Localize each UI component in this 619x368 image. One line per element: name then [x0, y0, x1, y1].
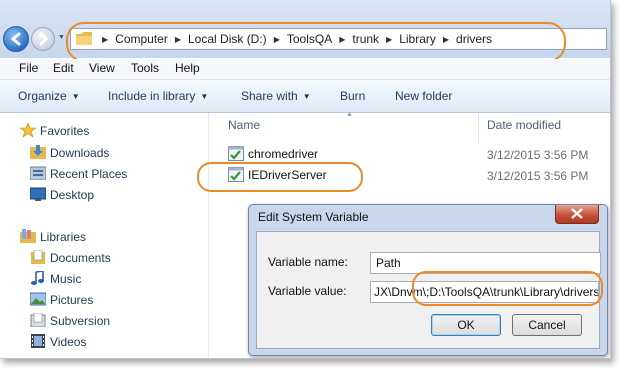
forward-button[interactable]: [31, 27, 55, 51]
recent-pages-dropdown[interactable]: ▼: [58, 34, 65, 41]
column-header-date-modified[interactable]: Date modified: [487, 118, 561, 132]
nav-item-recent-places[interactable]: Recent Places: [30, 165, 127, 183]
nav-item-label: Videos: [50, 335, 87, 349]
burn-label: Burn: [340, 89, 366, 103]
nav-item-documents[interactable]: Documents: [30, 249, 111, 267]
cancel-button[interactable]: Cancel: [512, 314, 582, 336]
share-with-button[interactable]: Share with ▼: [241, 89, 311, 103]
nav-item-label: Desktop: [50, 188, 95, 202]
column-header-name[interactable]: Name: [228, 118, 260, 132]
menu-help[interactable]: Help: [175, 61, 200, 75]
file-row-chromedriver[interactable]: chromedriver: [228, 145, 318, 163]
libraries-icon: [20, 229, 36, 243]
menu-tools[interactable]: Tools: [131, 61, 159, 75]
file-name: chromedriver: [248, 147, 319, 161]
nav-item-pictures[interactable]: Pictures: [30, 291, 93, 309]
nav-item-label: Recent Places: [50, 167, 128, 181]
file-highlight: [197, 162, 363, 192]
organize-label: Organize: [18, 89, 67, 103]
nav-libraries[interactable]: Libraries: [20, 228, 86, 246]
videos-icon: [31, 334, 45, 348]
nav-item-videos[interactable]: Videos: [30, 333, 86, 351]
variable-name-label: Variable name:: [268, 255, 348, 269]
executable-icon: [228, 146, 244, 161]
forward-arrow-icon: [39, 32, 49, 46]
downloads-folder-icon: [30, 145, 46, 159]
nav-item-label: Music: [50, 272, 82, 286]
back-button[interactable]: [3, 26, 29, 52]
recent-places-icon: [30, 166, 46, 180]
nav-favorites-label: Favorites: [40, 124, 90, 138]
nav-favorites[interactable]: Favorites: [20, 122, 89, 140]
nav-item-desktop[interactable]: Desktop: [30, 186, 94, 204]
include-in-library-label: Include in library: [108, 89, 196, 103]
chevron-down-icon: ▼: [200, 92, 209, 101]
subversion-icon: [30, 313, 46, 327]
menu-view[interactable]: View: [89, 61, 115, 75]
nav-item-label: Pictures: [50, 293, 94, 307]
star-icon: [20, 123, 36, 137]
close-icon: [571, 208, 583, 219]
dialog-title: Edit System Variable: [258, 210, 369, 224]
new-folder-label: New folder: [395, 89, 453, 103]
navigation-pane: Favorites Downloads Recent Places Deskto…: [0, 113, 208, 358]
organize-button[interactable]: Organize ▼: [18, 89, 80, 103]
burn-button[interactable]: Burn: [340, 89, 365, 103]
nav-item-label: Subversion: [50, 314, 111, 328]
new-folder-button[interactable]: New folder: [395, 89, 452, 103]
share-with-label: Share with: [241, 89, 298, 103]
music-icon: [31, 271, 44, 285]
include-in-library-button[interactable]: Include in library ▼: [108, 89, 208, 103]
column-divider[interactable]: [478, 113, 479, 143]
menu-bar: File Edit View Tools Help: [0, 59, 610, 80]
pane-divider[interactable]: [208, 113, 209, 358]
command-bar: Organize ▼ Include in library ▼ Share with…: [0, 80, 610, 113]
nav-item-label: Documents: [50, 251, 111, 265]
file-date: 3/12/2015 3:56 PM: [487, 169, 589, 183]
pictures-icon: [30, 292, 46, 306]
variable-value-label: Variable value:: [268, 284, 347, 298]
nav-item-downloads[interactable]: Downloads: [30, 144, 109, 162]
sort-ascending-icon: ▲: [346, 111, 353, 118]
ok-button[interactable]: OK: [431, 314, 501, 336]
close-button[interactable]: [555, 205, 599, 224]
chevron-down-icon: ▼: [71, 92, 80, 101]
address-bar-highlight: [66, 22, 566, 62]
nav-libraries-label: Libraries: [40, 230, 87, 244]
menu-file[interactable]: File: [19, 61, 38, 75]
nav-item-music[interactable]: Music: [30, 270, 81, 288]
documents-icon: [31, 250, 45, 264]
variable-value-highlight: [412, 271, 603, 306]
nav-item-subversion[interactable]: Subversion: [30, 312, 110, 330]
back-arrow-icon: [10, 32, 21, 46]
desktop-icon: [30, 187, 46, 201]
menu-edit[interactable]: Edit: [53, 61, 74, 75]
file-date: 3/12/2015 3:56 PM: [487, 148, 589, 162]
nav-item-label: Downloads: [50, 146, 110, 160]
explorer-window: ▼ ▶ Computer ▶ Local Disk (D:) ▶ ToolsQA ▶ trun…: [0, 0, 611, 359]
chevron-down-icon: ▼: [302, 92, 311, 101]
